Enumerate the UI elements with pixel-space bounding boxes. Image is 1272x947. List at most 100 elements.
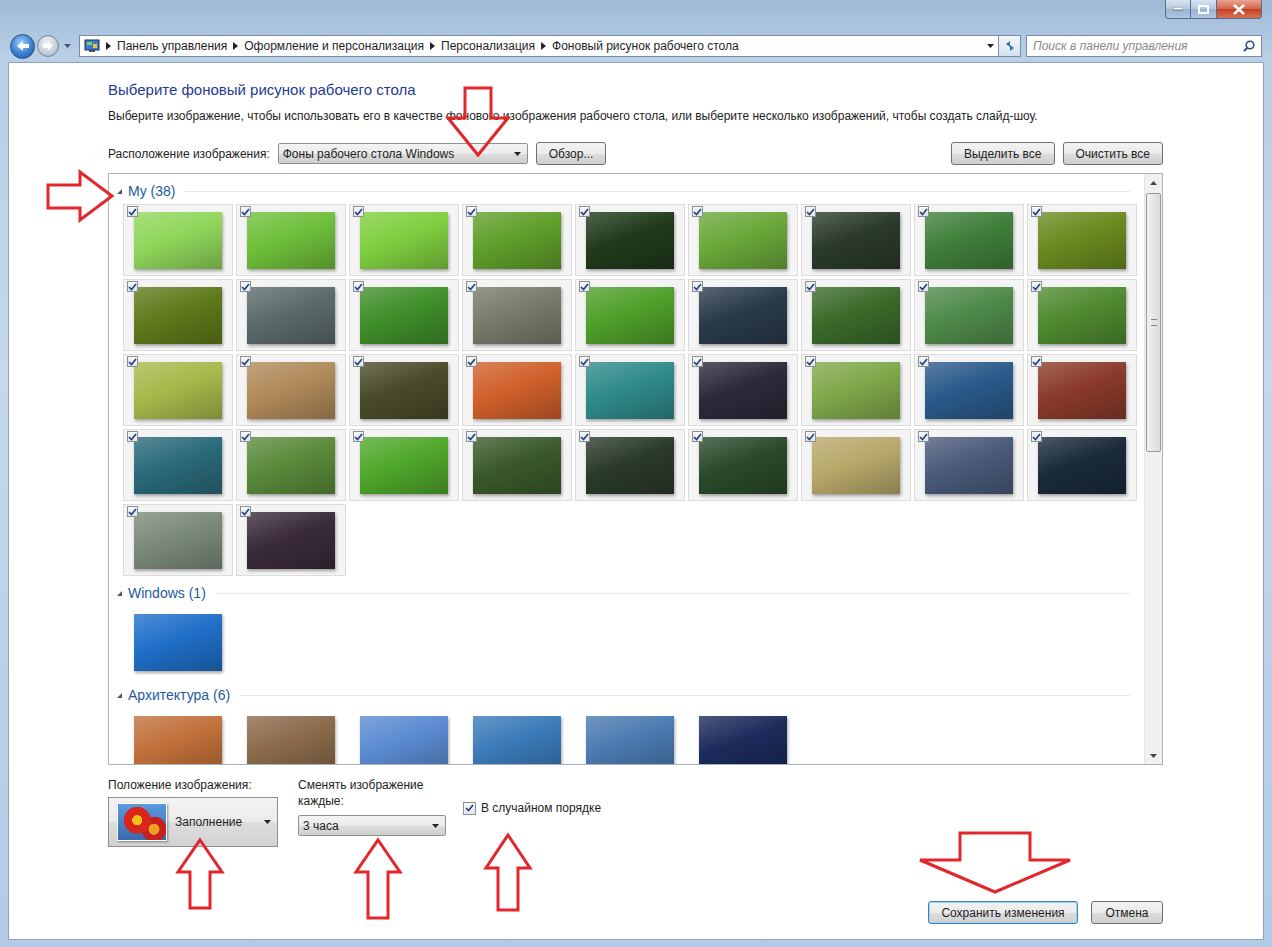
thumbnail-checkbox[interactable] [692,206,703,217]
clear-all-button[interactable]: Очистить все [1063,142,1163,165]
thumbnail[interactable] [688,708,798,764]
thumbnail-image[interactable] [247,212,335,269]
breadcrumb-separator-icon[interactable] [233,42,238,50]
shuffle-label[interactable]: В случайном порядке [481,801,601,815]
thumbnail-image[interactable] [812,362,900,419]
thumbnail[interactable] [688,429,798,501]
thumbnail-checkbox[interactable] [805,431,816,442]
location-select[interactable]: Фоны рабочего стола Windows [278,143,528,164]
thumbnail-image[interactable] [134,212,222,269]
thumbnail[interactable] [236,708,346,764]
expand-icon[interactable] [117,693,122,698]
thumbnail[interactable] [688,354,798,426]
thumbnail[interactable] [236,429,346,501]
search-field[interactable]: Поиск в панели управления [1026,35,1262,57]
thumbnail-checkbox[interactable] [692,281,703,292]
group-header[interactable]: My (38) [117,180,1130,202]
thumbnail-checkbox[interactable] [579,356,590,367]
thumbnail-image[interactable] [247,287,335,344]
thumbnail-image[interactable] [699,716,787,765]
group-title[interactable]: My (38) [128,183,175,199]
thumbnail-image[interactable] [1038,287,1126,344]
thumbnail[interactable] [462,708,572,764]
thumbnail-checkbox[interactable] [240,431,251,442]
breadcrumb[interactable]: Оформление и персонализация [244,39,424,53]
thumbnail-image[interactable] [473,716,561,765]
thumbnail-image[interactable] [699,212,787,269]
thumbnail-checkbox[interactable] [918,431,929,442]
thumbnail-checkbox[interactable] [466,431,477,442]
thumbnail[interactable] [462,354,572,426]
thumbnail[interactable] [914,354,1024,426]
thumbnail[interactable] [801,429,911,501]
thumbnail-checkbox[interactable] [466,281,477,292]
thumbnail-image[interactable] [812,287,900,344]
forward-button[interactable] [37,35,59,57]
thumbnail[interactable] [123,606,233,678]
thumbnail-image[interactable] [473,212,561,269]
thumbnail-image[interactable] [586,437,674,494]
thumbnail[interactable] [575,279,685,351]
thumbnail-image[interactable] [1038,362,1126,419]
thumbnail-checkbox[interactable] [127,506,138,517]
thumbnail-image[interactable] [925,212,1013,269]
thumbnail-checkbox[interactable] [918,281,929,292]
thumbnail[interactable] [914,204,1024,276]
thumbnail[interactable] [349,708,459,764]
thumbnail-checkbox[interactable] [1031,206,1042,217]
thumbnail-image[interactable] [699,437,787,494]
back-button[interactable] [10,34,35,59]
shuffle-checkbox[interactable] [463,802,476,815]
thumbnail[interactable] [575,708,685,764]
thumbnail[interactable] [349,354,459,426]
thumbnail-image[interactable] [586,362,674,419]
thumbnail-checkbox[interactable] [353,431,364,442]
thumbnail-checkbox[interactable] [579,281,590,292]
thumbnail-checkbox[interactable] [579,431,590,442]
thumbnail[interactable] [349,429,459,501]
address-bar[interactable]: Панель управленияОформление и персонализ… [79,35,999,57]
thumbnail-checkbox[interactable] [918,356,929,367]
thumbnail[interactable] [914,279,1024,351]
thumbnail[interactable] [801,204,911,276]
thumbnail-image[interactable] [699,362,787,419]
minimize-button[interactable] [1165,0,1191,19]
thumbnail[interactable] [236,204,346,276]
thumbnail-image[interactable] [247,437,335,494]
breadcrumb-separator-icon[interactable] [430,42,435,50]
thumbnail[interactable] [1027,429,1137,501]
thumbnail[interactable] [123,429,233,501]
thumbnail-image[interactable] [134,362,222,419]
thumbnail-checkbox[interactable] [353,281,364,292]
dialog-button[interactable]: Сохранить изменения [928,901,1078,924]
thumbnail-checkbox[interactable] [1031,356,1042,367]
breadcrumb[interactable]: Персонализация [441,39,535,53]
scroll-down-button[interactable] [1145,747,1162,764]
thumbnail-image[interactable] [247,716,335,765]
thumbnail-checkbox[interactable] [353,356,364,367]
thumbnail-image[interactable] [812,437,900,494]
refresh-button[interactable] [999,35,1021,57]
group-header[interactable]: Windows (1) [117,582,1130,604]
thumbnail[interactable] [123,504,233,576]
dialog-button[interactable]: Отмена [1091,901,1163,924]
recent-pages-button[interactable] [61,44,73,48]
thumbnail-checkbox[interactable] [579,206,590,217]
breadcrumb-separator-icon[interactable] [106,42,111,50]
thumbnail-image[interactable] [473,437,561,494]
interval-select[interactable]: 3 часа [298,815,446,836]
thumbnail-checkbox[interactable] [805,356,816,367]
thumbnail-image[interactable] [247,362,335,419]
shuffle-option[interactable]: В случайном порядке [463,801,601,815]
expand-icon[interactable] [117,189,122,194]
thumbnail[interactable] [462,429,572,501]
group-header[interactable]: Архитектура (6) [117,684,1130,706]
thumbnail-checkbox[interactable] [240,506,251,517]
thumbnail-checkbox[interactable] [127,356,138,367]
thumbnail-image[interactable] [247,512,335,569]
thumbnail-image[interactable] [360,287,448,344]
thumbnail-image[interactable] [360,437,448,494]
thumbnail-checkbox[interactable] [240,281,251,292]
thumbnail-checkbox[interactable] [127,206,138,217]
thumbnail-checkbox[interactable] [805,281,816,292]
